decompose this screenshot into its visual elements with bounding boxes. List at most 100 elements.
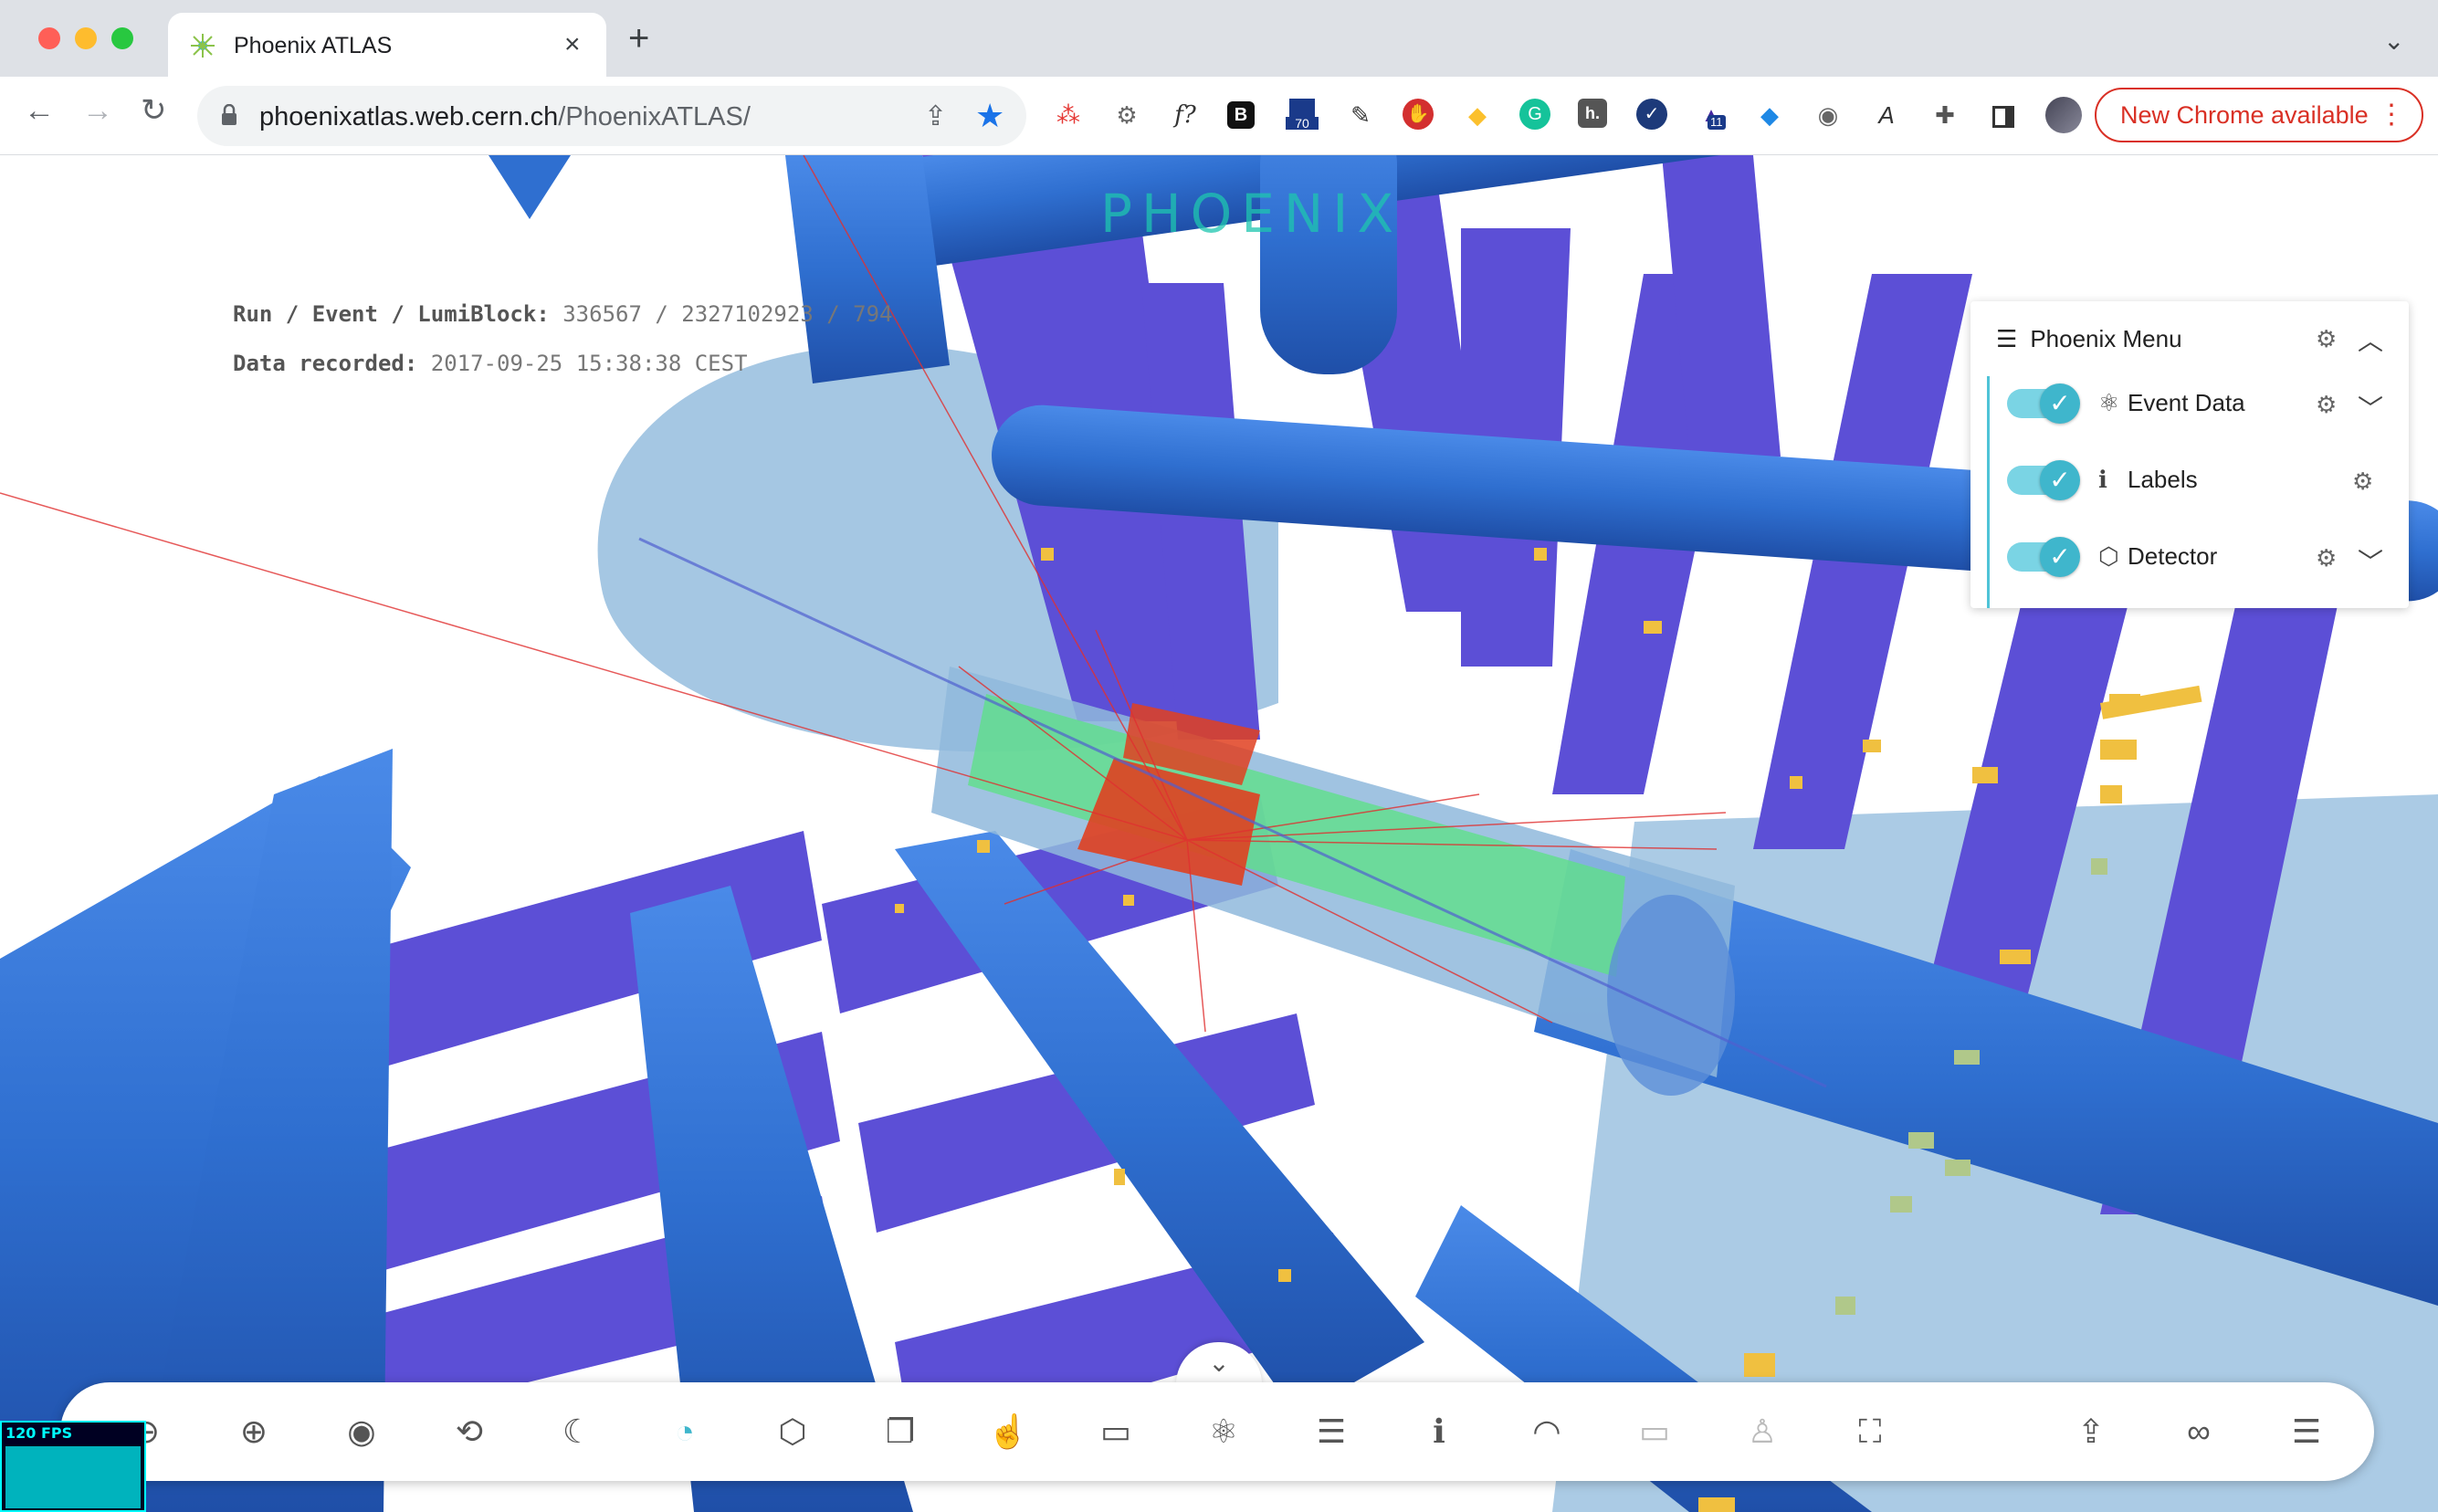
- detector-label: Detector: [2128, 542, 2218, 570]
- overlay-icon[interactable]: ❐: [878, 1410, 922, 1454]
- forward-icon[interactable]: →: [82, 95, 113, 126]
- labels-icon[interactable]: ℹ: [1417, 1410, 1461, 1454]
- detector-chevron-down-icon[interactable]: ﹀: [2358, 542, 2383, 579]
- list-icon: ☰: [1996, 325, 2018, 352]
- event-data-chevron-down-icon[interactable]: ﹀: [2358, 389, 2383, 425]
- event-data-gear-icon[interactable]: ⚙: [2316, 391, 2337, 419]
- menu-collapse-chevron-up-icon[interactable]: ︿: [2358, 321, 2383, 358]
- extension-cap-icon[interactable]: ◆: [1753, 99, 1786, 131]
- menu-item-labels[interactable]: ✓ ℹ Labels: [2007, 453, 2391, 508]
- extension-camera-icon[interactable]: ◉: [1812, 99, 1844, 131]
- url-host: phoenixatlas.web.cern.ch: [259, 102, 559, 131]
- vr-icon[interactable]: ▭: [1633, 1410, 1676, 1454]
- info-icon: ℹ: [2098, 466, 2107, 493]
- side-panel-icon[interactable]: [1987, 99, 2020, 131]
- tab-strip: Phoenix ATLAS × + ⌄: [0, 0, 2438, 77]
- zoom-in-icon[interactable]: ⊕: [232, 1410, 276, 1454]
- menu-tree-line: [1987, 376, 1990, 608]
- extensions-puzzle-icon[interactable]: ✚: [1928, 99, 1961, 131]
- url-path: /PhoenixATLAS/: [558, 102, 751, 131]
- extension-check-icon[interactable]: ✓: [1636, 99, 1667, 130]
- event-data-toggle[interactable]: ✓: [2007, 383, 2080, 424]
- tab-phoenix-atlas[interactable]: Phoenix ATLAS ×: [168, 13, 606, 77]
- phoenix-3d-viewport[interactable]: PHOENIX Run / Event / LumiBlock: 336567 …: [0, 155, 2438, 1512]
- event-info-overlay: Run / Event / LumiBlock: 336567 / 232710…: [233, 301, 892, 400]
- url-text: phoenixatlas.web.cern.ch/PhoenixATLAS/: [259, 102, 751, 132]
- extension-badge-11: 11: [1708, 115, 1726, 130]
- atom-icon[interactable]: ⚛: [1202, 1410, 1245, 1454]
- run-label: Run / Event / LumiBlock:: [233, 301, 550, 327]
- event-data-label: Event Data: [2128, 389, 2245, 416]
- check-icon: ✓: [2040, 537, 2080, 577]
- phoenix-menu-header[interactable]: ☰ Phoenix Menu: [1996, 325, 2182, 353]
- date-value: 2017-09-25 15:38:38 CEST: [430, 351, 748, 376]
- update-button-label: New Chrome available: [2120, 101, 2369, 129]
- labels-label: Labels: [2128, 466, 2198, 493]
- info-panel-icon[interactable]: ▭: [1094, 1410, 1138, 1454]
- new-chrome-available-button[interactable]: New Chrome available ⋮: [2095, 88, 2423, 142]
- extension-stop-icon[interactable]: ✋: [1403, 99, 1434, 130]
- share-icon[interactable]: ⇪: [924, 100, 947, 132]
- extension-gear-icon[interactable]: ⚙: [1110, 99, 1143, 131]
- new-tab-button[interactable]: +: [628, 20, 649, 57]
- detector-toggle[interactable]: ✓: [2007, 537, 2080, 577]
- tab-close-icon[interactable]: ×: [564, 29, 581, 60]
- date-label: Data recorded:: [233, 351, 418, 376]
- address-bar[interactable]: phoenixatlas.web.cern.ch/PhoenixATLAS/ ⇪…: [197, 86, 1026, 146]
- extension-b-icon[interactable]: B: [1227, 101, 1255, 129]
- extension-h-icon[interactable]: h.: [1578, 99, 1607, 128]
- atom-icon: ⚛: [2098, 389, 2120, 416]
- screenshot-icon[interactable]: ⛶: [1848, 1410, 1892, 1454]
- kebab-menu-icon[interactable]: ⋮: [2378, 89, 2405, 141]
- animate-icon[interactable]: ☰: [1309, 1410, 1353, 1454]
- rotate-icon[interactable]: ⟲: [447, 1410, 491, 1454]
- tab-title: Phoenix ATLAS: [234, 33, 393, 58]
- tab-search-chevron-icon[interactable]: ⌄: [2383, 26, 2404, 56]
- date-row: Data recorded: 2017-09-25 15:38:38 CEST: [233, 351, 892, 376]
- view-icon[interactable]: ◉: [340, 1410, 384, 1454]
- fps-label: 120 FPS: [5, 1424, 73, 1442]
- ar-icon[interactable]: ♙: [1740, 1410, 1784, 1454]
- close-window-button[interactable]: [38, 27, 60, 49]
- extension-badge-70: 70: [1286, 117, 1319, 130]
- menu-settings-gear-icon[interactable]: ⚙: [2316, 325, 2337, 353]
- extension-counter-icon[interactable]: 70: [1286, 99, 1319, 131]
- run-event-row: Run / Event / LumiBlock: 336567 / 232710…: [233, 301, 892, 327]
- performance-icon[interactable]: ◠: [1525, 1410, 1569, 1454]
- lock-icon: [222, 104, 236, 125]
- back-icon[interactable]: ←: [24, 95, 55, 126]
- run-value: 336567 / 2327102923 / 794: [562, 301, 893, 327]
- extension-spell-icon[interactable]: A: [1870, 99, 1903, 131]
- select-icon[interactable]: ☝: [986, 1410, 1030, 1454]
- io-options-icon[interactable]: ☰: [2285, 1410, 2328, 1454]
- phoenix-logo: PHOENIX: [1100, 183, 1403, 245]
- minimize-window-button[interactable]: [75, 27, 97, 49]
- dark-mode-icon[interactable]: ☾: [555, 1410, 599, 1454]
- reload-icon[interactable]: ↻: [141, 95, 167, 126]
- bookmark-star-icon[interactable]: ★: [975, 97, 1004, 135]
- extension-dots-icon[interactable]: ⁂: [1052, 99, 1085, 131]
- phoenix-menu-title: Phoenix Menu: [2030, 325, 2182, 352]
- check-icon: ✓: [2040, 383, 2080, 424]
- labels-gear-icon[interactable]: ⚙: [2352, 467, 2373, 496]
- extension-mortarboard-icon[interactable]: ▲11: [1695, 99, 1728, 131]
- extension-fx-icon[interactable]: f?: [1169, 99, 1202, 131]
- labels-toggle[interactable]: ✓: [2007, 460, 2080, 500]
- clip-icon[interactable]: ◔: [663, 1410, 707, 1454]
- check-icon: ✓: [2040, 460, 2080, 500]
- cube-icon: ⬡: [2098, 542, 2119, 570]
- detector-gear-icon[interactable]: ⚙: [2316, 544, 2337, 572]
- fps-stats-panel[interactable]: 120 FPS: [0, 1421, 146, 1512]
- extension-grammarly-icon[interactable]: G: [1519, 99, 1550, 130]
- fps-graph: [5, 1446, 141, 1508]
- extension-eyedropper-icon[interactable]: ✎: [1344, 99, 1377, 131]
- extension-colorwheel-icon[interactable]: ◆: [1461, 99, 1494, 131]
- browser-window: Phoenix ATLAS × + ⌄ ← → ↻ phoenixatlas.w…: [0, 0, 2438, 1512]
- maximize-window-button[interactable]: [111, 27, 133, 49]
- phoenix-ui-toolbar: ⊖ ⊕ ◉ ⟲ ☾ ◔ ⬡ ❐ ☝ ▭ ⚛ ☰ ℹ ◠ ▭ ♙ ⛶ ⇪ ∞ ☰: [60, 1382, 2374, 1481]
- phoenix-favicon-icon: [191, 34, 215, 58]
- share-link-icon[interactable]: ∞: [2177, 1410, 2221, 1454]
- export-icon[interactable]: ⇪: [2069, 1410, 2113, 1454]
- cube-icon[interactable]: ⬡: [771, 1410, 814, 1454]
- profile-avatar[interactable]: [2045, 97, 2082, 133]
